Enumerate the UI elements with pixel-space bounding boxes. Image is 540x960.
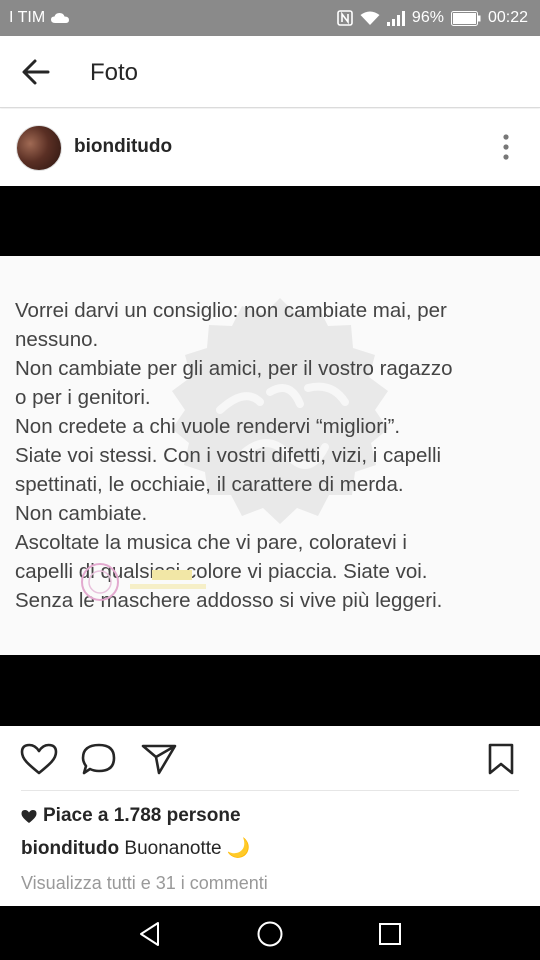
caption-username[interactable]: bionditudo bbox=[21, 838, 119, 859]
carrier-label: I TIM bbox=[9, 9, 46, 26]
app-bar: Foto bbox=[0, 36, 540, 108]
caption-text: Buonanotte 🌙 bbox=[124, 838, 251, 859]
comment-icon bbox=[81, 743, 116, 775]
system-nav-bar bbox=[0, 906, 540, 960]
send-icon bbox=[141, 744, 177, 775]
share-button[interactable] bbox=[140, 742, 178, 776]
battery-level: 96% bbox=[411, 9, 444, 26]
cloud-icon bbox=[51, 12, 70, 24]
likes-label: Piace a 1.788 persone bbox=[43, 805, 241, 826]
avatar[interactable] bbox=[16, 125, 62, 171]
post-caption: bionditudo Buonanotte 🌙 bbox=[21, 836, 251, 860]
nav-back-button[interactable] bbox=[136, 920, 164, 948]
nav-back-icon bbox=[140, 922, 159, 946]
page-title: Foto bbox=[90, 59, 139, 86]
heart-icon bbox=[20, 743, 58, 775]
more-vertical-icon bbox=[503, 134, 509, 160]
wifi-icon bbox=[360, 10, 380, 26]
nav-recents-icon bbox=[379, 923, 401, 945]
bookmark-icon bbox=[488, 743, 514, 775]
save-button[interactable] bbox=[484, 742, 518, 776]
nav-home-icon bbox=[257, 921, 283, 947]
arrow-left-icon bbox=[22, 59, 50, 85]
photo-content: Vorrei darvi un consiglio: non cambiate … bbox=[0, 256, 540, 655]
back-button[interactable] bbox=[20, 58, 52, 86]
nav-home-button[interactable] bbox=[256, 920, 284, 948]
actions-divider bbox=[21, 790, 519, 791]
status-bar: I TIM 96% 00:22 bbox=[0, 0, 540, 36]
stamp-logo-icon bbox=[81, 563, 206, 601]
post-username[interactable]: bionditudo bbox=[74, 136, 172, 158]
nav-recents-button[interactable] bbox=[376, 920, 404, 948]
battery-icon bbox=[450, 10, 481, 26]
post-photo[interactable]: Vorrei darvi un consiglio: non cambiate … bbox=[0, 186, 540, 726]
heart-filled-icon bbox=[21, 809, 37, 823]
likes-count[interactable]: Piace a 1.788 persone bbox=[21, 805, 241, 827]
nfc-icon bbox=[337, 10, 353, 26]
post-actions bbox=[0, 726, 540, 790]
post-header: bionditudo bbox=[0, 109, 540, 186]
more-options-button[interactable] bbox=[498, 133, 514, 161]
like-button[interactable] bbox=[20, 742, 58, 776]
view-comments-link[interactable]: Visualizza tutti e 31 i commenti bbox=[21, 873, 268, 894]
clock: 00:22 bbox=[487, 9, 528, 26]
comment-button[interactable] bbox=[80, 742, 118, 776]
signal-icon bbox=[386, 10, 405, 26]
